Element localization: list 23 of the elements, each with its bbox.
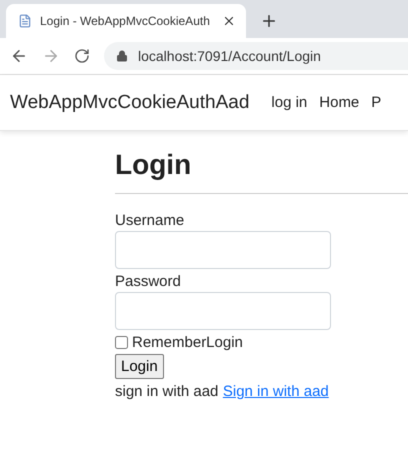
- back-icon[interactable]: [10, 47, 28, 65]
- nav-link[interactable]: P: [371, 94, 382, 111]
- plus-icon[interactable]: [260, 12, 278, 30]
- nav-link[interactable]: log in: [271, 94, 308, 111]
- browser-tab[interactable]: Login - WebAppMvcCookieAuth: [6, 4, 246, 38]
- address-bar[interactable]: localhost:7091/Account/Login: [104, 42, 408, 70]
- input-field[interactable]: [115, 292, 331, 330]
- tab-title: Login - WebAppMvcCookieAuth: [40, 14, 211, 28]
- field-label: Username: [115, 212, 186, 229]
- brand-link[interactable]: WebAppMvcCookieAuthAad: [10, 92, 250, 114]
- checkbox-label: RememberLogin: [132, 334, 243, 351]
- field-label: Password: [115, 273, 182, 290]
- reload-icon[interactable]: [74, 48, 90, 64]
- close-icon[interactable]: [222, 14, 236, 28]
- input-field[interactable]: [115, 231, 331, 269]
- nav-link[interactable]: Home: [319, 94, 360, 111]
- aad-link[interactable]: Sign in with aad: [222, 383, 329, 400]
- page-icon: [18, 14, 32, 28]
- remember-checkbox[interactable]: [115, 336, 128, 349]
- page-heading: Login: [115, 149, 408, 194]
- aad-text: sign in with aad: [115, 383, 218, 400]
- login-button[interactable]: Login: [115, 354, 164, 379]
- lock-icon: [116, 50, 128, 62]
